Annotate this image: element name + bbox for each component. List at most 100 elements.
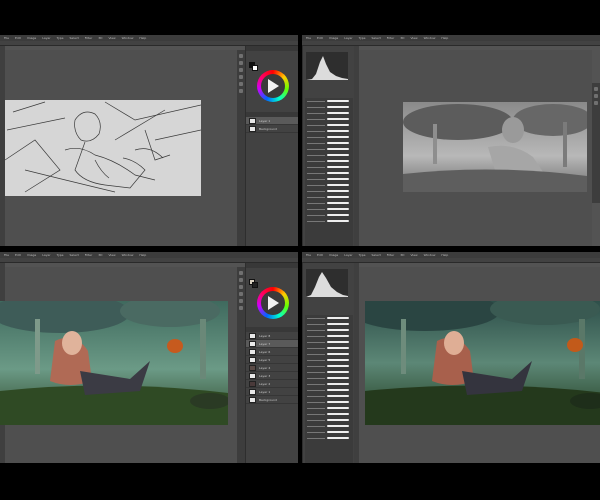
play-triangle-icon[interactable]	[268, 296, 279, 310]
brush-stroke-icon[interactable]	[327, 401, 349, 403]
canvas-area[interactable]	[5, 50, 237, 246]
brush-stroke-icon[interactable]	[327, 431, 349, 433]
color-panel-tab[interactable]	[246, 263, 298, 268]
layer-row[interactable]: Layer 5	[246, 356, 298, 364]
brush-stroke-icon[interactable]	[327, 353, 349, 355]
brush-icon[interactable]	[239, 285, 243, 289]
adjust-icon[interactable]	[239, 292, 243, 296]
brush-stroke-icon[interactable]	[327, 419, 349, 421]
color-icon[interactable]	[594, 87, 598, 91]
brush-stroke-icon[interactable]	[327, 377, 349, 379]
background-swatch[interactable]	[252, 65, 258, 71]
color-icon[interactable]	[239, 271, 243, 275]
panel-tool-strip[interactable]	[237, 267, 245, 463]
brush-stroke-icon[interactable]	[327, 407, 349, 409]
brush-stroke-icon[interactable]	[327, 124, 349, 126]
adjust-icon[interactable]	[239, 75, 243, 79]
layer-row[interactable]: Background	[246, 396, 298, 404]
layer-row[interactable]: Layer 1	[246, 388, 298, 396]
canvas-area[interactable]	[359, 267, 600, 463]
layer-name: Layer 1	[259, 118, 271, 123]
layer-name: Layer 3	[259, 373, 271, 378]
layer-thumbnail	[249, 388, 256, 395]
layer-thumbnail	[249, 332, 256, 339]
styles-icon[interactable]	[239, 299, 243, 303]
layer-name: Layer 2	[259, 381, 271, 386]
brush-stroke-icon[interactable]	[327, 341, 349, 343]
brush-stroke-icon[interactable]	[327, 154, 349, 156]
brush-stroke-icon[interactable]	[327, 425, 349, 427]
brush-list[interactable]	[305, 98, 353, 246]
play-triangle-icon[interactable]	[268, 79, 279, 93]
layer-row[interactable]: Layer 8	[246, 332, 298, 340]
layer-thumbnail	[249, 340, 256, 347]
brush-stroke-icon[interactable]	[327, 359, 349, 361]
swatches-icon[interactable]	[239, 278, 243, 282]
brush-stroke-icon[interactable]	[327, 202, 349, 204]
brush-stroke-icon[interactable]	[327, 437, 349, 439]
panel-tool-strip[interactable]	[592, 83, 600, 203]
brush-icon[interactable]	[239, 68, 243, 72]
brush-stroke-icon[interactable]	[327, 317, 349, 319]
layers-icon[interactable]	[239, 89, 243, 93]
layer-thumbnail	[249, 372, 256, 379]
brush-stroke-icon[interactable]	[327, 347, 349, 349]
swatches-icon[interactable]	[594, 94, 598, 98]
layer-row[interactable]: Layer 1	[246, 117, 298, 125]
brush-stroke-icon[interactable]	[327, 383, 349, 385]
brush-stroke-icon[interactable]	[327, 106, 349, 108]
layer-name: Layer 7	[259, 341, 271, 346]
brush-stroke-icon[interactable]	[327, 335, 349, 337]
background-swatch[interactable]	[252, 282, 258, 288]
right-panel: Layer 8 Layer 7 Layer 6 Layer 5 Layer 4 …	[245, 263, 298, 463]
canvas-area[interactable]	[0, 267, 237, 463]
layer-row[interactable]: Background	[246, 125, 298, 133]
brush-stroke-icon[interactable]	[327, 142, 349, 144]
brush-stroke-icon[interactable]	[327, 220, 349, 222]
brush-stroke-icon[interactable]	[327, 190, 349, 192]
brush-stroke-icon[interactable]	[327, 100, 349, 102]
brush-stroke-icon[interactable]	[327, 136, 349, 138]
brush-stroke-icon[interactable]	[327, 365, 349, 367]
brush-stroke-icon[interactable]	[327, 160, 349, 162]
panel-tool-strip[interactable]	[237, 50, 245, 246]
window-color: File Edit Image Layer Type Select Filter…	[0, 252, 298, 463]
brush-stroke-icon[interactable]	[327, 323, 349, 325]
layer-row[interactable]: Layer 4	[246, 364, 298, 372]
brush-icon[interactable]	[594, 101, 598, 105]
color-icon[interactable]	[239, 54, 243, 58]
brush-stroke-icon[interactable]	[327, 184, 349, 186]
layer-name: Layer 6	[259, 349, 271, 354]
brush-list[interactable]	[305, 315, 353, 463]
layers-icon[interactable]	[239, 306, 243, 310]
brush-stroke-icon[interactable]	[327, 196, 349, 198]
layer-row[interactable]: Layer 7	[246, 340, 298, 348]
layer-row[interactable]: Layer 3	[246, 372, 298, 380]
brush-stroke-icon[interactable]	[327, 214, 349, 216]
brush-stroke-icon[interactable]	[327, 389, 349, 391]
brush-stroke-icon[interactable]	[327, 371, 349, 373]
layer-row[interactable]: Layer 6	[246, 348, 298, 356]
brush-stroke-icon[interactable]	[327, 118, 349, 120]
layer-row[interactable]: Layer 2	[246, 380, 298, 388]
color-panel-tab[interactable]	[246, 46, 298, 51]
grayscale-canvas[interactable]	[403, 102, 587, 192]
brush-stroke-icon[interactable]	[327, 172, 349, 174]
swatches-icon[interactable]	[239, 61, 243, 65]
sketch-canvas[interactable]	[5, 100, 201, 196]
styles-icon[interactable]	[239, 82, 243, 86]
final-canvas[interactable]	[365, 301, 600, 425]
window-final: File Edit Image Layer Type Select Filter…	[302, 252, 600, 463]
brush-stroke-icon[interactable]	[327, 112, 349, 114]
brush-stroke-icon[interactable]	[327, 208, 349, 210]
brush-stroke-icon[interactable]	[327, 413, 349, 415]
canvas-area[interactable]	[359, 50, 592, 246]
brush-stroke-icon[interactable]	[327, 130, 349, 132]
color-canvas[interactable]	[0, 301, 228, 425]
brush-stroke-icon[interactable]	[327, 178, 349, 180]
brush-stroke-icon[interactable]	[327, 148, 349, 150]
layer-name: Layer 4	[259, 365, 271, 370]
brush-stroke-icon[interactable]	[327, 395, 349, 397]
brush-stroke-icon[interactable]	[327, 166, 349, 168]
brush-stroke-icon[interactable]	[327, 329, 349, 331]
